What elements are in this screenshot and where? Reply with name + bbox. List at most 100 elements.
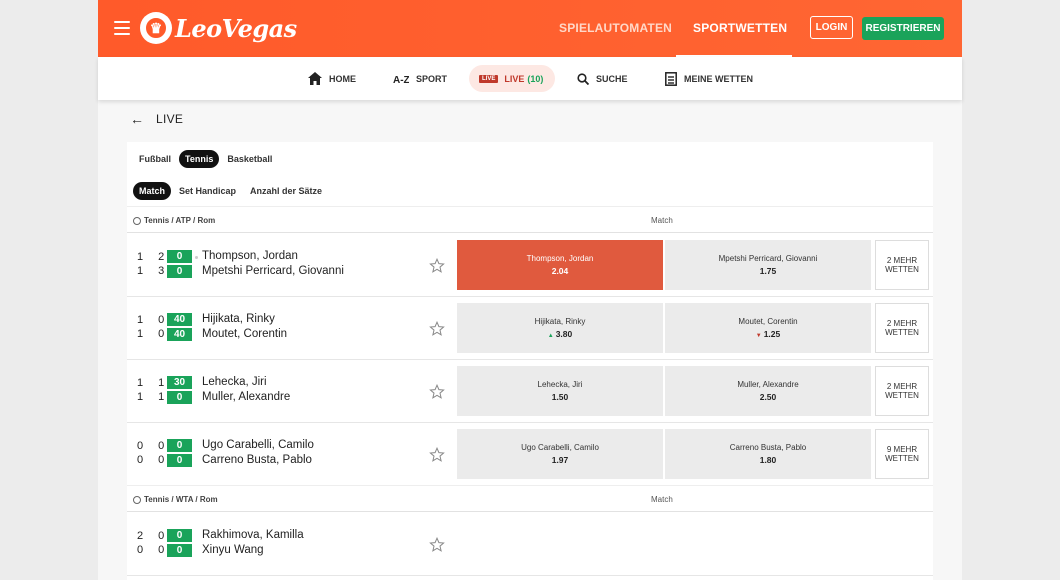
favorite-star-icon[interactable] xyxy=(429,384,445,400)
market-anzahl-saetze[interactable]: Anzahl der Sätze xyxy=(244,182,328,200)
subnav-sport-label: SPORT xyxy=(416,73,448,84)
svg-text:A-Z: A-Z xyxy=(393,75,409,84)
game-score-p2: 0 xyxy=(167,265,192,278)
odd-price: 1.50 xyxy=(551,392,569,402)
game-score-p1: 0 xyxy=(167,529,192,542)
odd-price: 1.97 xyxy=(551,455,569,465)
game-score-p1: 0 xyxy=(167,439,192,452)
match-row[interactable]: 2 0 0 0 0 0 Rakhimova, Kamilla Xinyu Wan… xyxy=(127,513,933,576)
logo[interactable]: ♛ LeoVegas xyxy=(140,12,297,44)
game-score-p1: 40 xyxy=(167,313,192,326)
market-match[interactable]: Match xyxy=(133,182,172,200)
odd-button-away[interactable]: Moutet, Corentin ▼ 1.25 xyxy=(665,303,871,353)
search-icon xyxy=(577,72,589,85)
match-row[interactable]: 1 0 1 0 40 40 Hijikata, Rinky Moutet, Co… xyxy=(127,297,933,360)
odd-name: Muller, Alexandre xyxy=(737,380,799,389)
game-score-p2: 40 xyxy=(167,328,192,341)
nav-sportwetten[interactable]: SPORTWETTEN xyxy=(693,21,787,35)
odd-button-home[interactable]: Thompson, Jordan 2.04 xyxy=(457,240,663,290)
match-row[interactable]: 1 2 1 3 0 0 Thompson, Jordan Mpetshi Per… xyxy=(127,234,933,297)
more-bets-button[interactable]: 2 MEHR WETTEN xyxy=(875,303,929,353)
odd-name: Hijikata, Rinky xyxy=(534,317,586,326)
odd-price: 2.04 xyxy=(551,266,569,276)
filter-fussball[interactable]: Fußball xyxy=(133,150,177,168)
player-1: Rakhimova, Kamilla xyxy=(202,529,304,541)
section-label: Tennis / ATP / Rom xyxy=(144,216,216,225)
odd-button-away[interactable]: Carreno Busta, Pablo 1.80 xyxy=(665,429,871,479)
subnav-home[interactable]: HOME xyxy=(308,57,356,100)
back-arrow-icon[interactable]: ← xyxy=(130,111,144,127)
serve-indicator xyxy=(195,256,198,259)
subnav-search-label: SUCHE xyxy=(596,73,628,84)
game-score-p1: 0 xyxy=(167,250,192,263)
player-1: Ugo Carabelli, Camilo xyxy=(202,439,314,451)
more-bets-button[interactable]: 2 MEHR WETTEN xyxy=(875,240,929,290)
favorite-star-icon[interactable] xyxy=(429,447,445,463)
odd-name: Ugo Carabelli, Camilo xyxy=(521,443,599,452)
subnav-search[interactable]: SUCHE xyxy=(577,57,628,100)
odd-button-home[interactable]: Hijikata, Rinky ▲ 3.80 xyxy=(457,303,663,353)
odd-button-home[interactable]: Ugo Carabelli, Camilo 1.97 xyxy=(457,429,663,479)
page-header: ← LIVE xyxy=(130,111,183,127)
subnav-live[interactable]: LIVE LIVE (10) xyxy=(469,65,555,92)
section-header-atp: Tennis / ATP / Rom Match xyxy=(127,206,933,233)
set-score-p1: 0 0 xyxy=(137,440,171,452)
odd-name: Mpetshi Perricard, Giovanni xyxy=(718,254,818,263)
odd-price: 1.80 xyxy=(759,455,777,465)
favorite-star-icon[interactable] xyxy=(429,258,445,274)
betslip-icon xyxy=(665,71,677,86)
clock-icon xyxy=(133,495,141,504)
filter-basketball[interactable]: Basketball xyxy=(221,150,278,168)
more-bets-button[interactable]: 9 MEHR WETTEN xyxy=(875,429,929,479)
odd-price: 1.75 xyxy=(759,266,777,276)
match-row[interactable]: 0 0 0 0 0 0 Ugo Carabelli, Camilo Carren… xyxy=(127,423,933,486)
favorite-star-icon[interactable] xyxy=(429,537,445,553)
lion-logo-icon: ♛ xyxy=(140,12,172,44)
player-2: Xinyu Wang xyxy=(202,544,264,556)
section-market-label: Match xyxy=(651,495,673,504)
game-score-p2: 0 xyxy=(167,391,192,404)
odd-button-away[interactable]: Mpetshi Perricard, Giovanni 1.75 xyxy=(665,240,871,290)
odd-button-home[interactable]: Lehecka, Jiri 1.50 xyxy=(457,366,663,416)
set-score-p2: 1 0 xyxy=(137,328,171,340)
set-score-p1: 1 0 xyxy=(137,314,171,326)
set-score-p1: 2 0 xyxy=(137,530,171,542)
top-bar: ♛ LeoVegas SPIELAUTOMATEN SPORTWETTEN LO… xyxy=(98,0,962,57)
game-score-p2: 0 xyxy=(167,454,192,467)
subnav-my-bets[interactable]: MEINE WETTEN xyxy=(665,57,753,100)
page-title: LIVE xyxy=(156,112,184,126)
set-score-p1: 1 1 xyxy=(137,377,171,389)
set-score-p2: 0 0 xyxy=(137,454,171,466)
home-icon xyxy=(308,72,322,85)
player-2: Muller, Alexandre xyxy=(202,391,291,403)
set-score-p2: 0 0 xyxy=(137,544,171,556)
odd-price: 3.80 xyxy=(555,329,573,339)
menu-icon[interactable] xyxy=(114,21,130,35)
sub-navigation: HOME A-Z SPORT LIVE LIVE (10) SUCHE MEIN… xyxy=(98,57,962,100)
odd-name: Lehecka, Jiri xyxy=(537,380,583,389)
odd-price: 1.25 xyxy=(763,329,781,339)
register-button[interactable]: REGISTRIEREN xyxy=(862,17,944,40)
odd-name: Thompson, Jordan xyxy=(526,254,594,263)
player-1: Thompson, Jordan xyxy=(202,250,298,262)
section-label: Tennis / WTA / Rom xyxy=(144,495,218,504)
subnav-my-bets-label: MEINE WETTEN xyxy=(684,73,753,84)
more-bets-button[interactable]: 2 MEHR WETTEN xyxy=(875,366,929,416)
filter-tennis[interactable]: Tennis xyxy=(179,150,220,168)
market-set-handicap[interactable]: Set Handicap xyxy=(173,182,242,200)
player-2: Moutet, Corentin xyxy=(202,328,288,340)
player-2: Mpetshi Perricard, Giovanni xyxy=(202,265,344,277)
subnav-home-label: HOME xyxy=(329,73,356,84)
subnav-sport[interactable]: A-Z SPORT xyxy=(393,57,447,100)
login-button[interactable]: LOGIN xyxy=(810,16,853,39)
set-score-p2: 1 1 xyxy=(137,391,171,403)
section-market-label: Match xyxy=(651,216,673,225)
player-1: Hijikata, Rinky xyxy=(202,313,275,325)
odds-up-icon: ▲ xyxy=(547,333,554,339)
match-row[interactable]: 1 1 1 1 30 0 Lehecka, Jiri Muller, Alexa… xyxy=(127,360,933,423)
set-score-p2: 1 3 xyxy=(137,265,171,277)
favorite-star-icon[interactable] xyxy=(429,321,445,337)
nav-spielautomaten[interactable]: SPIELAUTOMATEN xyxy=(559,21,672,35)
game-score-p1: 30 xyxy=(167,376,192,389)
odd-button-away[interactable]: Muller, Alexandre 2.50 xyxy=(665,366,871,416)
